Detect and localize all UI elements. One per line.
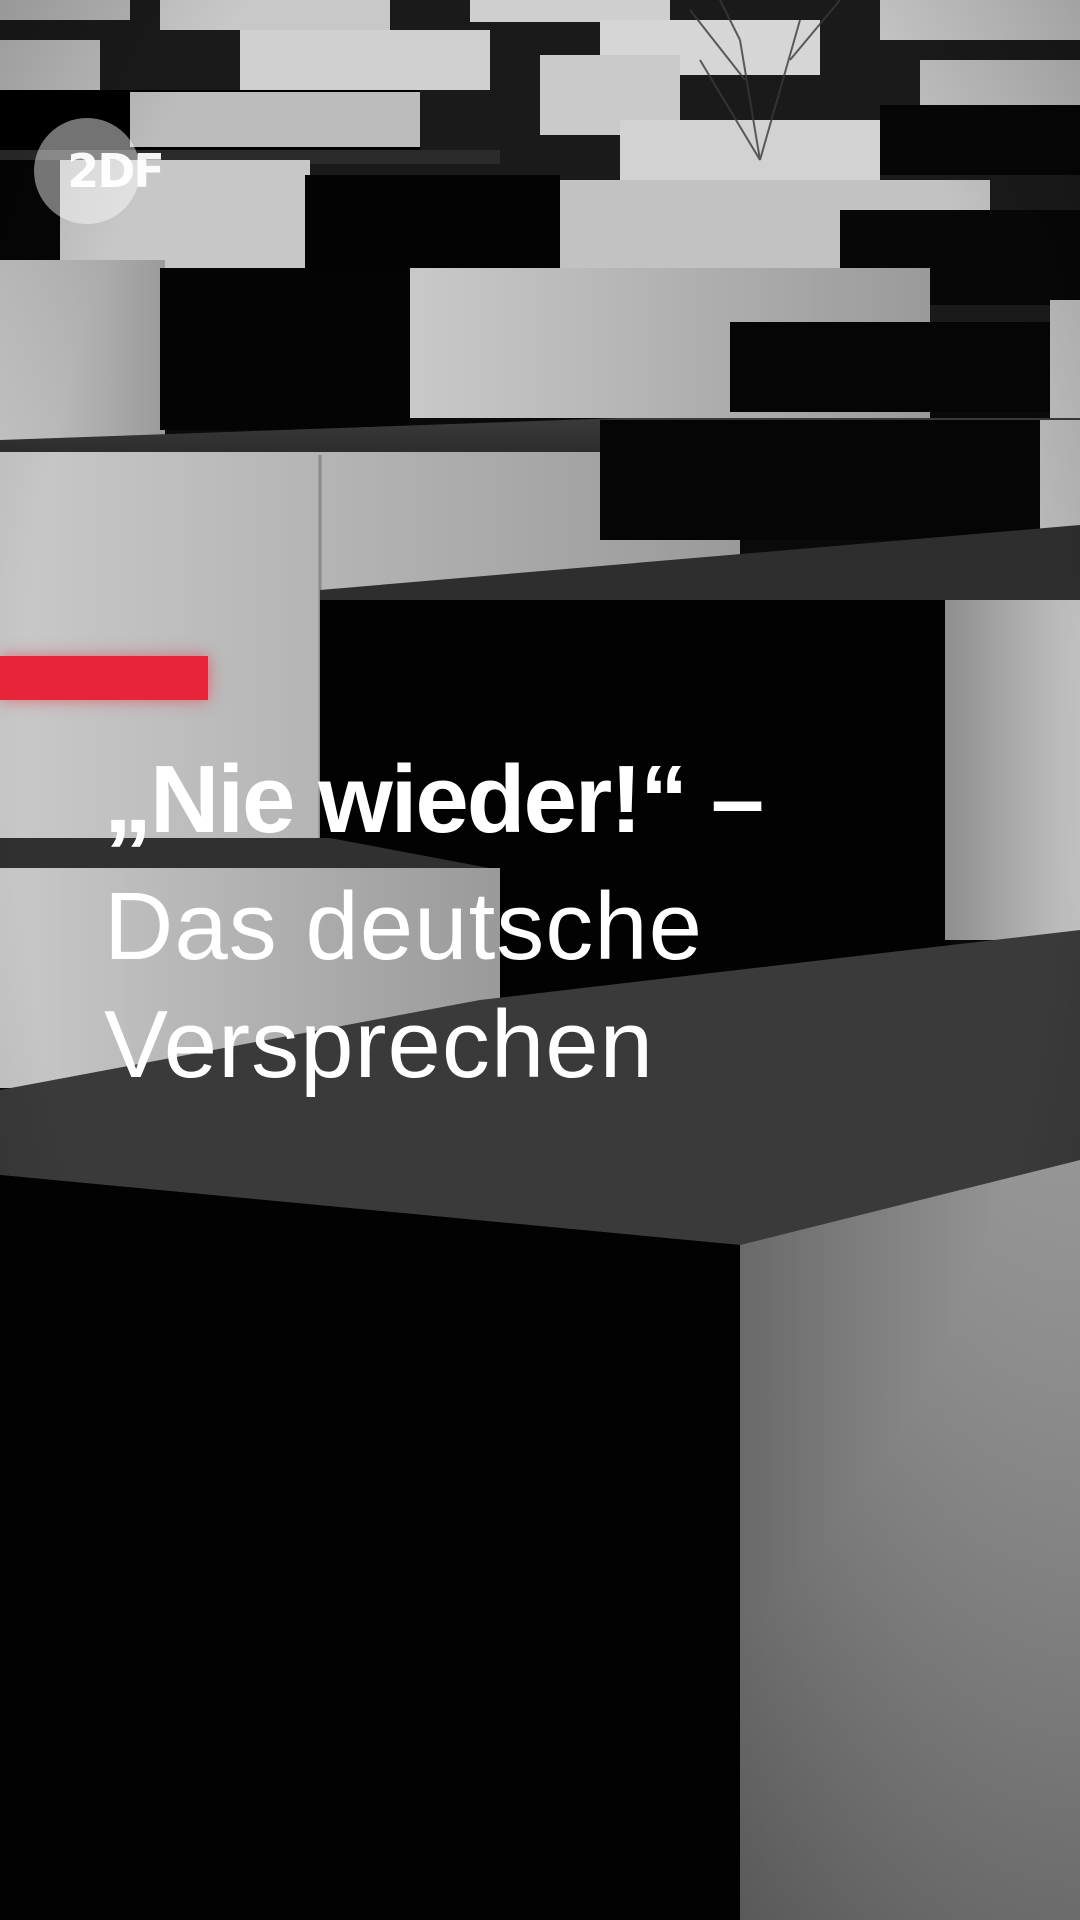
accent-bar [0, 656, 208, 700]
headline-subtitle-line1: Das deutsche [104, 873, 704, 980]
headline: „Nie wieder!“ – Das deutsche Versprechen [104, 752, 1024, 1104]
zdf-logo-icon: 2DF [67, 144, 165, 198]
story-slide: 2DF „Nie wieder!“ – Das deutsche Verspre… [0, 0, 1080, 1920]
zdf-logo: 2DF [34, 118, 165, 224]
headline-quote: „Nie wieder!“ – [104, 746, 764, 853]
headline-subtitle-line2: Versprechen [104, 991, 655, 1098]
